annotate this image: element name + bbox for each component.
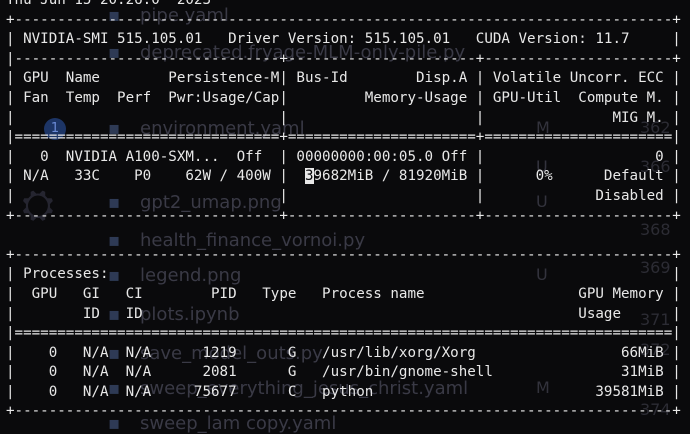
terminal-line: +---------------------------------------…: [6, 11, 681, 28]
terminal-line: | | | Disabled |: [6, 187, 681, 204]
terminal-line: |-------------------------------+-------…: [6, 50, 681, 67]
terminal-line: | GPU GI CI PID Type Process name GPU Me…: [6, 285, 681, 302]
terminal-line: +---------------------------------------…: [6, 246, 681, 263]
text-cursor: 3: [304, 168, 314, 185]
terminal-line: | ID ID Usage |: [6, 305, 681, 322]
terminal-line: |===============================+=======…: [6, 129, 681, 146]
terminal-header-line: Thu Jun 15 20:26:0 2023: [6, 0, 211, 8]
terminal-output[interactable]: Thu Jun 15 20:26:0 2023 +----------------…: [6, 0, 681, 422]
terminal-line: | | | MIG M. |: [6, 109, 681, 126]
terminal-line: | 0 N/A N/A 75677 C python 39581MiB |: [6, 383, 681, 400]
terminal-line: | N/A 33C P0 62W / 400W | 39682MiB / 819…: [6, 168, 681, 185]
terminal-line: | 0 N/A N/A 1219 G /usr/lib/xorg/Xorg 66…: [6, 344, 681, 361]
terminal-line: | Fan Temp Perf Pwr:Usage/Cap| Memory-Us…: [6, 89, 681, 106]
terminal-line: | 0 N/A N/A 2081 G /usr/bin/gnome-shell …: [6, 364, 681, 381]
terminal-line: +---------------------------------------…: [6, 403, 681, 420]
terminal-line: | Processes: |: [6, 266, 681, 283]
terminal-line: | NVIDIA-SMI 515.105.01 Driver Version: …: [6, 31, 681, 48]
terminal-line: |=======================================…: [6, 325, 681, 342]
terminal-line: +-------------------------------+-------…: [6, 207, 681, 224]
terminal-line: | GPU Name Persistence-M| Bus-Id Disp.A …: [6, 70, 681, 87]
terminal-line: | 0 NVIDIA A100-SXM... Off | 00000000:00…: [6, 148, 681, 165]
